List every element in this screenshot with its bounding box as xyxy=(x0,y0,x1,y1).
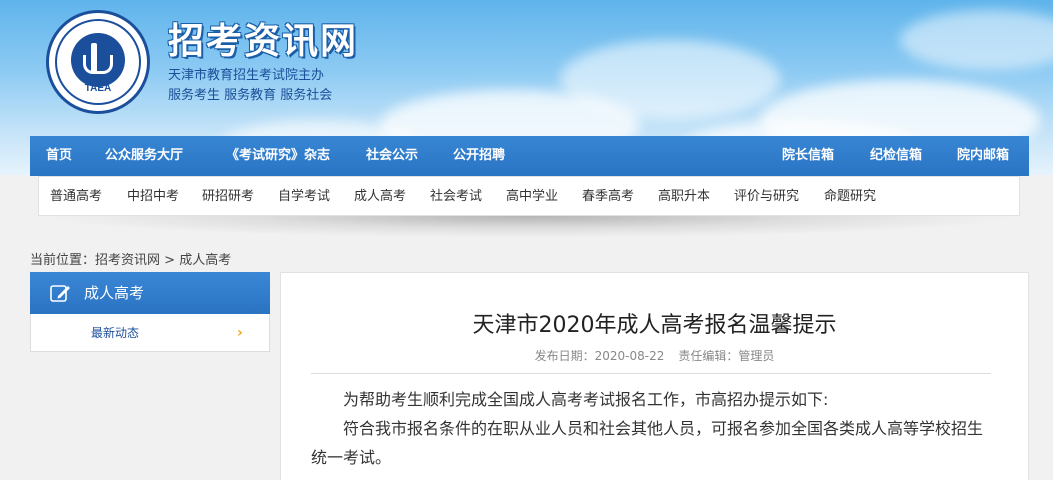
breadcrumb-separator: > xyxy=(160,253,180,268)
nav-item-public-notice[interactable]: 社会公示 xyxy=(366,136,418,176)
nav-item-public-service[interactable]: 公众服务大厅 xyxy=(105,136,183,176)
subnav-item-upgrade[interactable]: 高职升本 xyxy=(658,177,710,217)
logo-emblem-icon xyxy=(71,33,125,87)
sidebar-item-latest-news[interactable]: 最新动态 › xyxy=(30,314,270,352)
logo-text: TAEA xyxy=(84,83,112,94)
subnav-item-spring-exam[interactable]: 春季高考 xyxy=(582,177,634,217)
nav-item-home[interactable]: 首页 xyxy=(46,136,72,176)
sidebar-header: 成人高考 xyxy=(30,272,270,314)
nav-item-journal[interactable]: 《考试研究》杂志 xyxy=(226,136,330,176)
subnav-item-yankao[interactable]: 研招研考 xyxy=(202,177,254,217)
site-logo[interactable]: TAEA xyxy=(46,10,150,114)
article-paragraph: 为帮助考生顺利完成全国成人高考考试报名工作，市高招办提示如下: xyxy=(343,390,829,409)
cloud-decoration xyxy=(900,10,1053,70)
subnav-item-proposition[interactable]: 命题研究 xyxy=(824,177,876,217)
subnav-item-gaokao[interactable]: 普通高考 xyxy=(50,177,102,217)
nav-item-recruitment[interactable]: 公开招聘 xyxy=(453,136,505,176)
sidebar-item-label: 最新动态 xyxy=(91,326,140,340)
sub-nav: 普通高考 中招中考 研招研考 自学考试 成人高考 社会考试 高中学业 春季高考 … xyxy=(38,176,1020,216)
subnav-item-zhongkao[interactable]: 中招中考 xyxy=(127,177,179,217)
nav-item-director-mailbox[interactable]: 院长信箱 xyxy=(782,136,834,176)
editor-name: 管理员 xyxy=(738,349,775,363)
publish-date: 2020-08-22 xyxy=(594,349,665,363)
sidebar-title: 成人高考 xyxy=(84,284,145,302)
editor-label: 责任编辑： xyxy=(678,349,739,363)
publish-date-label: 发布日期： xyxy=(534,349,595,363)
nav-item-discipline-mailbox[interactable]: 纪检信箱 xyxy=(870,136,922,176)
breadcrumb: 当前位置：招考资讯网 > 成人高考 xyxy=(30,249,231,268)
breadcrumb-current[interactable]: 成人高考 xyxy=(179,253,231,268)
breadcrumb-home-link[interactable]: 招考资讯网 xyxy=(95,253,160,268)
article-title: 天津市2020年成人高考报名温馨提示 xyxy=(472,313,837,338)
chevron-right-icon: › xyxy=(237,325,243,341)
breadcrumb-prefix: 当前位置： xyxy=(30,253,96,268)
article-body: 为帮助考生顺利完成全国成人高考考试报名工作，市高招办提示如下: 符合我市报名条件… xyxy=(311,385,991,472)
subnav-item-social-exam[interactable]: 社会考试 xyxy=(430,177,482,217)
subnav-item-high-school[interactable]: 高中学业 xyxy=(506,177,558,217)
site-subtitle-slogan: 服务考生 服务教育 服务社会 xyxy=(168,88,333,103)
edit-icon xyxy=(50,285,70,302)
subnav-item-evaluation[interactable]: 评价与研究 xyxy=(734,177,799,217)
site-title[interactable]: 招考资讯网 xyxy=(168,12,358,64)
article-panel: 天津市2020年成人高考报名温馨提示 发布日期：2020-08-22 责任编辑：管… xyxy=(280,272,1029,480)
article-meta: 发布日期：2020-08-22 责任编辑：管理员 xyxy=(281,347,1028,364)
divider xyxy=(311,373,991,374)
subnav-shadow xyxy=(38,216,1020,238)
cloud-decoration xyxy=(560,40,780,120)
main-nav: 首页 公众服务大厅 《考试研究》杂志 社会公示 公开招聘 院长信箱 纪检信箱 院… xyxy=(30,136,1029,176)
subnav-item-adult-exam[interactable]: 成人高考 xyxy=(354,177,406,217)
subnav-item-self-exam[interactable]: 自学考试 xyxy=(278,177,330,217)
nav-item-internal-mail[interactable]: 院内邮箱 xyxy=(957,136,1009,176)
article-paragraph: 符合我市报名条件的在职从业人员和社会其他人员，可报名参加全国各类成人高等学校招生… xyxy=(311,419,984,467)
site-subtitle-organizer: 天津市教育招生考试院主办 xyxy=(168,68,325,83)
